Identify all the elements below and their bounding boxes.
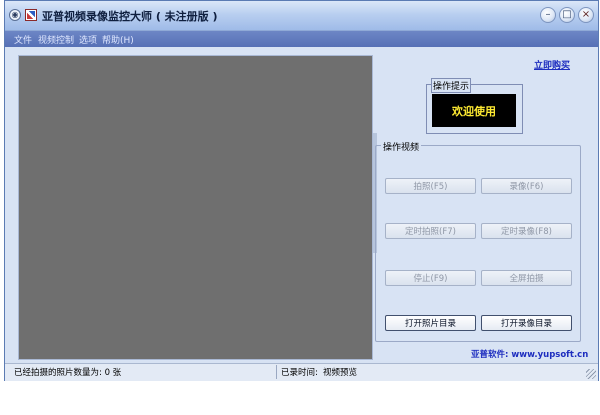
buy-now-link[interactable]: 立即购买 — [534, 58, 570, 71]
menu-file[interactable]: 文件 — [14, 33, 32, 46]
system-menu-icon[interactable]: ◉ — [9, 9, 21, 21]
menu-options[interactable]: 选项 — [79, 33, 97, 46]
photo-count-status: 已经拍摄的照片数量为: 0 张 — [14, 368, 122, 378]
record-button[interactable]: 录像(F6) — [481, 178, 572, 194]
stop-button[interactable]: 停止(F9) — [385, 270, 476, 286]
main-content: 立即购买 操作提示 欢迎使用 操作视频 拍照(F5) 录像(F6) 定时拍照(F… — [5, 47, 598, 361]
timed-record-button[interactable]: 定时录像(F8) — [481, 223, 572, 239]
title-bar[interactable]: ◉ 亚普视频录像监控大师 ( 未注册版 ) – □ × — [5, 1, 598, 31]
maximize-button[interactable]: □ — [559, 7, 575, 23]
resize-grip-icon[interactable] — [586, 369, 596, 379]
company-website-link[interactable]: 亚普软件: www.yupsoft.cn — [471, 348, 588, 360]
menu-help[interactable]: 帮助(H) — [102, 33, 134, 46]
close-button[interactable]: × — [578, 7, 594, 23]
record-time-value: 视频预览 — [323, 368, 358, 378]
timed-snapshot-button[interactable]: 定时拍照(F7) — [385, 223, 476, 239]
open-video-folder-button[interactable]: 打开录像目录 — [481, 315, 572, 331]
status-bar: 已经拍摄的照片数量为: 0 张 已录时间: 视频预览 — [5, 363, 598, 381]
status-separator — [276, 365, 277, 379]
record-time-label: 已录时间: — [281, 368, 318, 378]
operations-group: 操作视频 拍照(F5) 录像(F6) 定时拍照(F7) 定时录像(F8) 停止(… — [375, 140, 581, 342]
minimize-button[interactable]: – — [540, 7, 556, 23]
menu-bar: 文件 视频控制 选项 帮助(H) — [5, 31, 598, 47]
app-window: ◉ 亚普视频录像监控大师 ( 未注册版 ) – □ × 文件 视频控制 选项 帮… — [4, 0, 599, 381]
snapshot-button[interactable]: 拍照(F5) — [385, 178, 476, 194]
operations-group-label: 操作视频 — [381, 140, 422, 153]
hint-display: 欢迎使用 — [432, 94, 516, 127]
video-preview[interactable] — [18, 55, 373, 360]
window-title: 亚普视频录像监控大师 ( 未注册版 ) — [42, 10, 218, 23]
menu-video-control[interactable]: 视频控制 — [38, 33, 74, 46]
hint-message: 欢迎使用 — [452, 104, 496, 118]
fullscreen-capture-button[interactable]: 全屏拍摄 — [481, 270, 572, 286]
hint-panel: 操作提示 欢迎使用 — [426, 78, 523, 134]
open-photo-folder-button[interactable]: 打开照片目录 — [385, 315, 476, 331]
hint-panel-label: 操作提示 — [431, 78, 472, 93]
app-logo-icon — [25, 9, 37, 21]
